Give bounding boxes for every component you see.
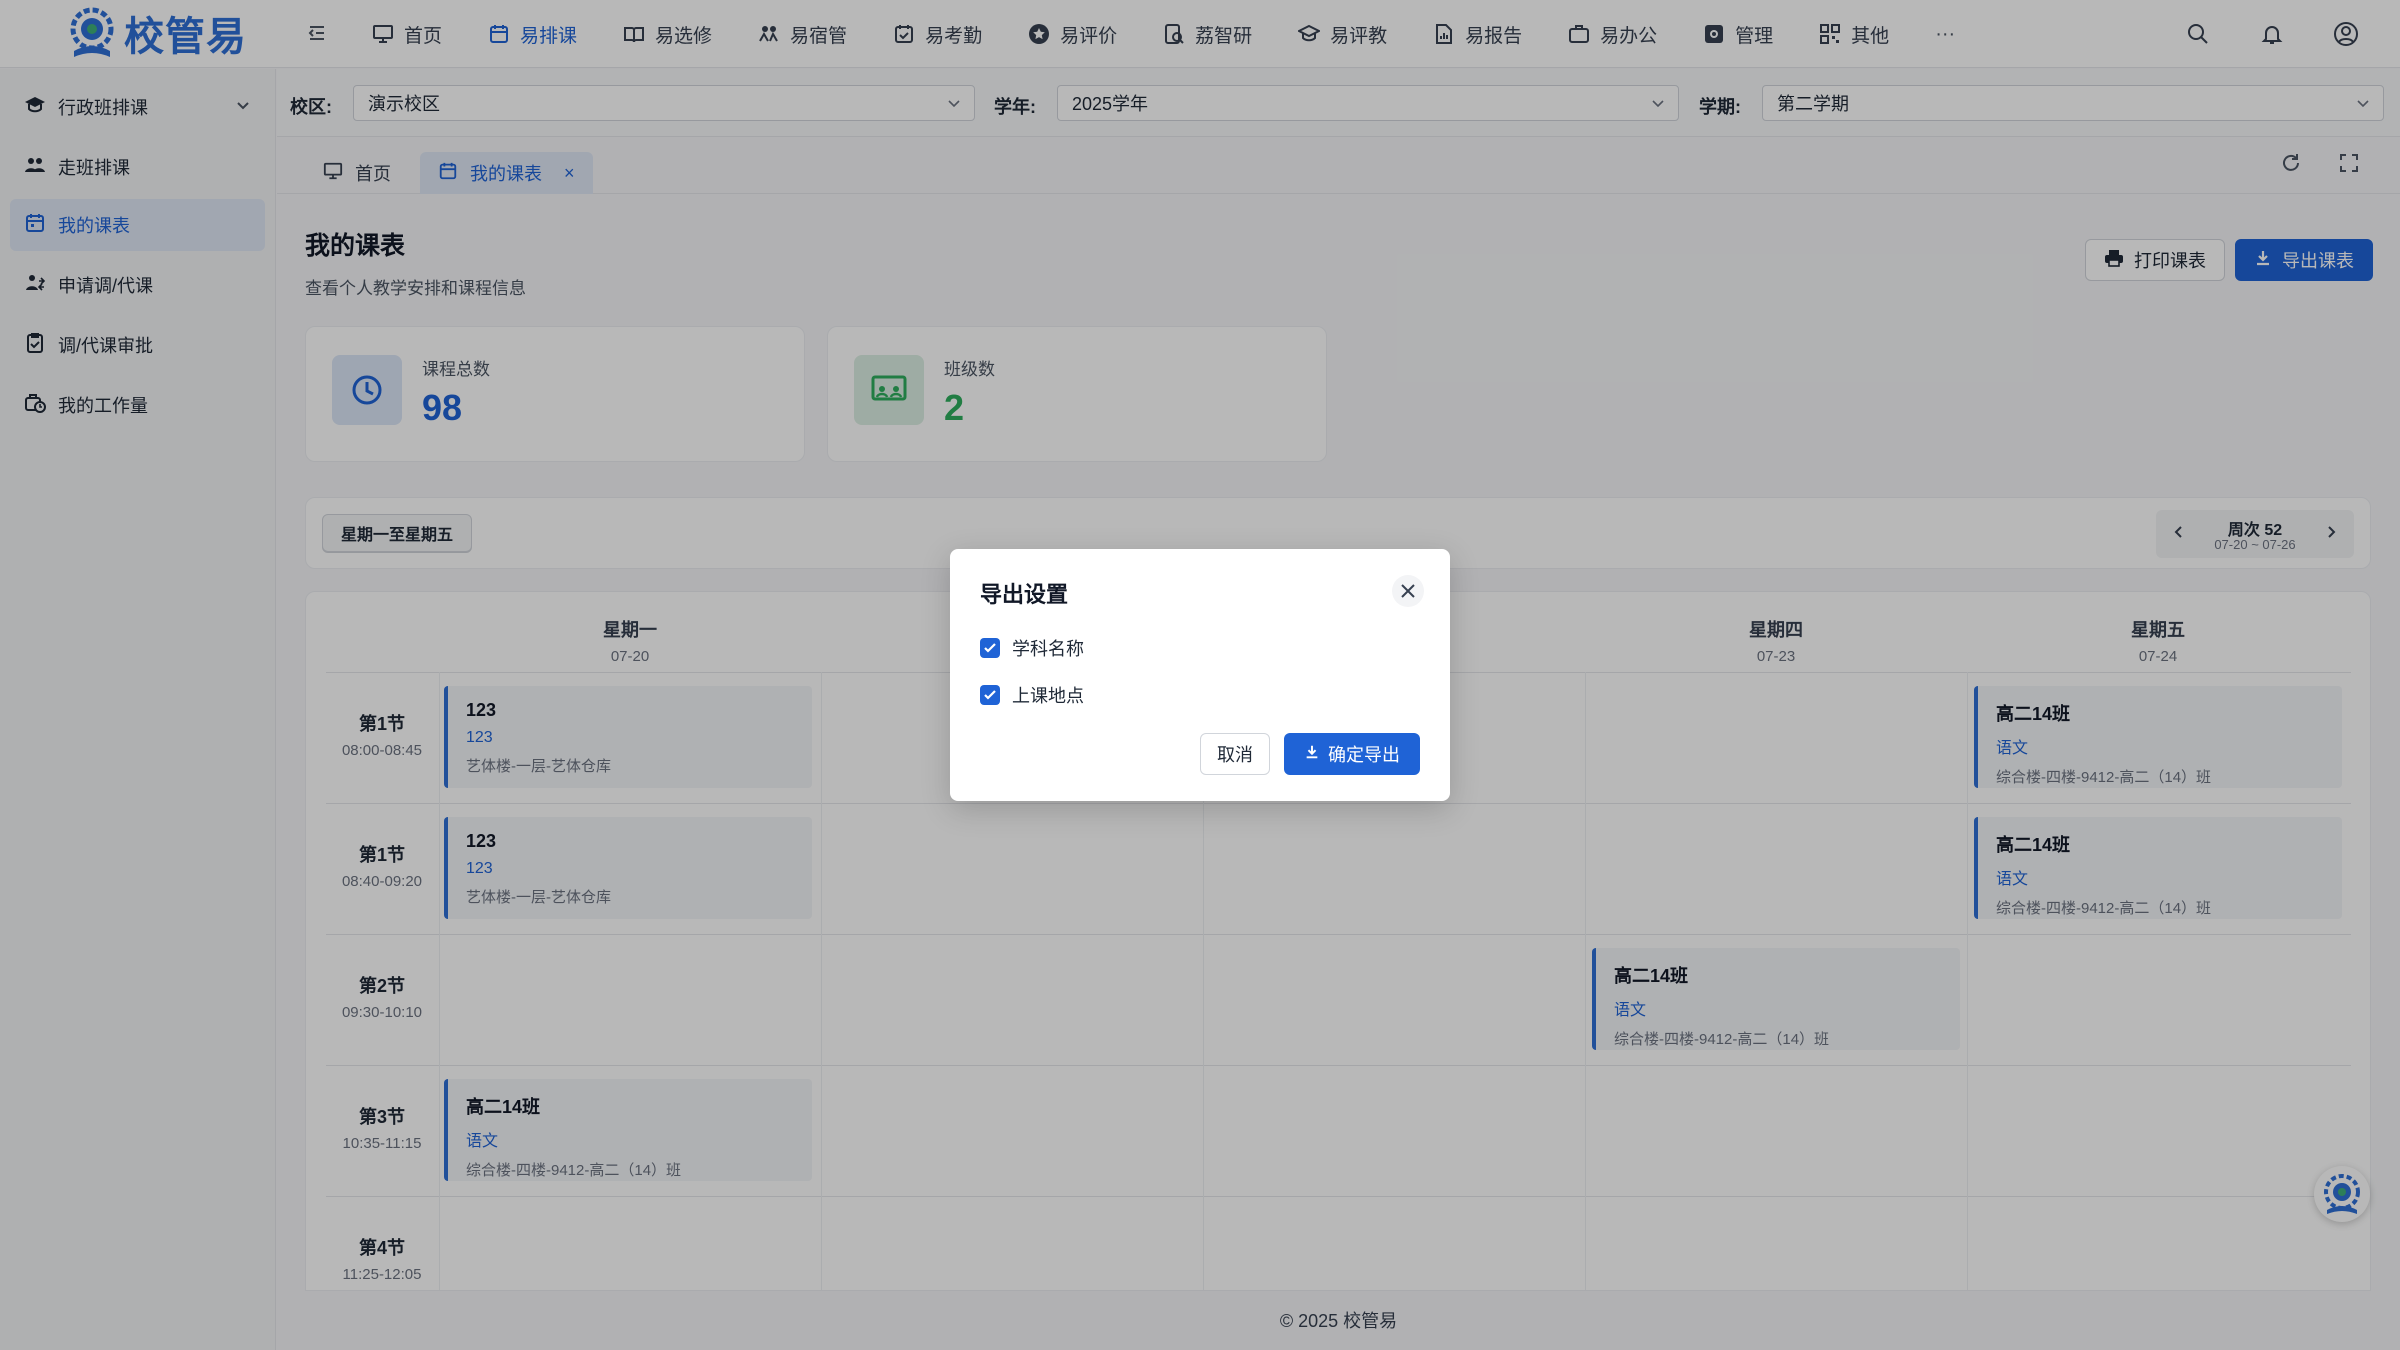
confirm-label: 确定导出 — [1328, 745, 1400, 765]
option-label: 上课地点 — [1012, 686, 1084, 706]
download-icon — [1304, 744, 1320, 765]
option-label: 学科名称 — [1012, 639, 1084, 659]
option-location[interactable]: 上课地点 — [980, 682, 1084, 708]
checkbox-checked-icon[interactable] — [980, 685, 1000, 705]
checkbox-checked-icon[interactable] — [980, 638, 1000, 658]
option-subject-name[interactable]: 学科名称 — [980, 635, 1084, 661]
cancel-button[interactable]: 取消 — [1200, 733, 1270, 775]
confirm-export-button[interactable]: 确定导出 — [1284, 733, 1420, 775]
close-icon[interactable] — [1392, 575, 1424, 607]
export-settings-dialog: 导出设置 学科名称 上课地点 取消 确定导出 — [950, 549, 1450, 801]
dialog-title: 导出设置 — [980, 582, 1069, 607]
